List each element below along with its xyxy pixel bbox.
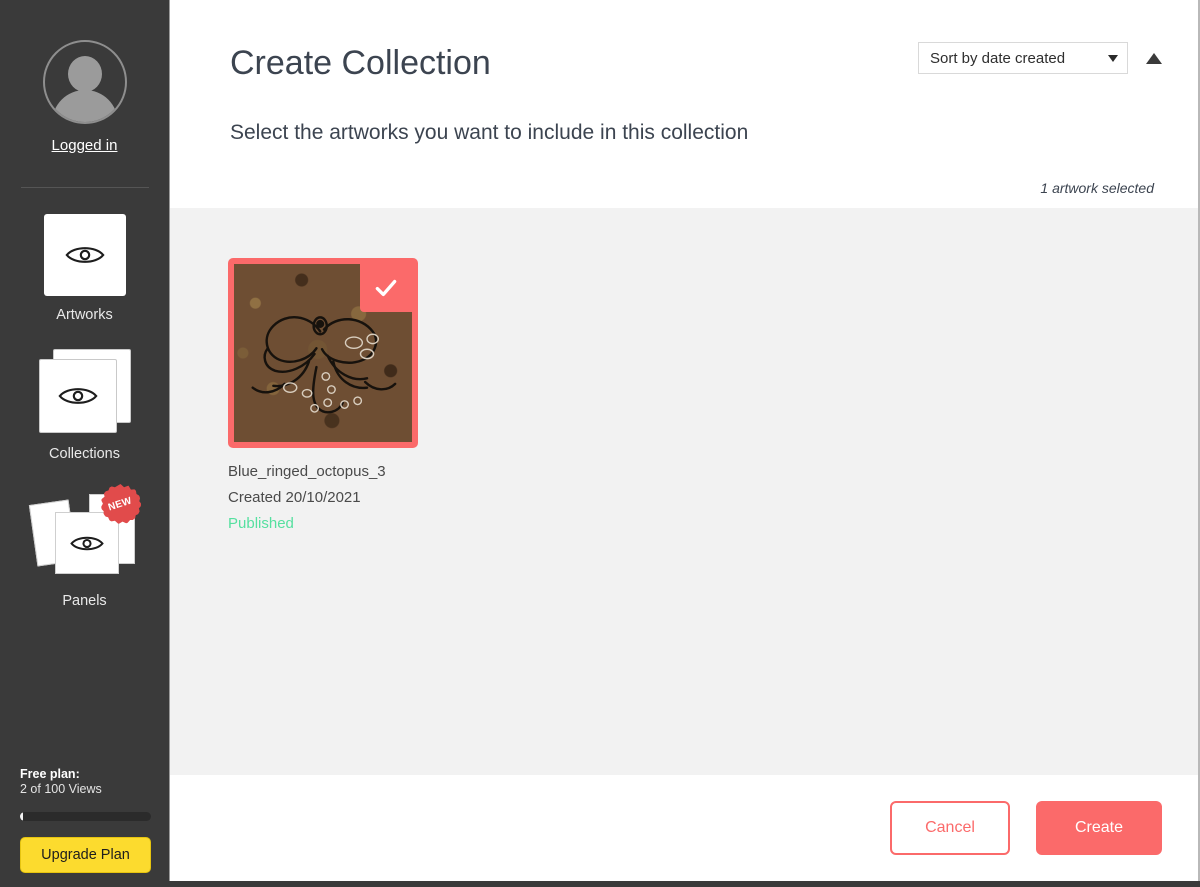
eye-icon bbox=[43, 214, 126, 296]
user-profile-block: Logged in bbox=[42, 40, 127, 154]
bottom-bar bbox=[0, 881, 1200, 887]
sidebar: Logged in Artworks Collections NEW Panel… bbox=[0, 0, 170, 887]
artwork-status-badge: Published bbox=[228, 515, 294, 532]
plan-progress-fill bbox=[20, 812, 23, 821]
page-title: Create Collection bbox=[230, 44, 491, 82]
stack-front-sheet bbox=[38, 359, 117, 433]
eye-icon-glyph bbox=[69, 536, 104, 550]
avatar[interactable] bbox=[42, 40, 127, 124]
dialog-footer: Cancel Create bbox=[170, 775, 1200, 881]
upgrade-plan-button[interactable]: Upgrade Plan bbox=[20, 837, 151, 873]
sort-select-value: Sort by date created bbox=[930, 49, 1066, 67]
sidebar-item-artworks[interactable]: Artworks bbox=[43, 214, 126, 323]
sidebar-divider-top bbox=[20, 187, 149, 188]
create-button[interactable]: Create bbox=[1036, 801, 1162, 855]
avatar-head-shape bbox=[67, 56, 102, 92]
plan-usage: 2 of 100 Views bbox=[20, 782, 102, 797]
eye-panels-icon: NEW bbox=[28, 484, 141, 582]
artwork-card[interactable]: Blue_ringed_octopus_3 Created 20/10/2021… bbox=[228, 258, 428, 532]
artwork-created-date: Created 20/10/2021 bbox=[228, 489, 361, 506]
cancel-button[interactable]: Cancel bbox=[890, 801, 1010, 855]
plan-title: Free plan: bbox=[20, 766, 80, 781]
logged-in-link[interactable]: Logged in bbox=[52, 137, 118, 154]
chevron-down-icon bbox=[1108, 54, 1118, 62]
sidebar-item-collections[interactable]: Collections bbox=[38, 349, 131, 462]
artwork-grid: Blue_ringed_octopus_3 Created 20/10/2021… bbox=[170, 208, 1200, 775]
selected-count-label: 1 artwork selected bbox=[1040, 180, 1154, 196]
eye-icon-glyph bbox=[57, 388, 98, 404]
artwork-thumbnail[interactable] bbox=[228, 258, 418, 448]
new-badge: NEW bbox=[100, 484, 141, 524]
app-root: Logged in Artworks Collections NEW Panel… bbox=[0, 0, 1200, 887]
sidebar-item-label: Collections bbox=[49, 446, 120, 462]
eye-icon-glyph bbox=[64, 247, 105, 263]
sort-ascending-icon[interactable] bbox=[1146, 52, 1162, 64]
eye-stack-icon bbox=[38, 349, 131, 435]
selection-check-badge[interactable] bbox=[360, 264, 412, 312]
plan-block: Free plan: 2 of 100 Views Upgrade Plan bbox=[20, 767, 152, 873]
sort-select[interactable]: Sort by date created bbox=[918, 42, 1128, 74]
avatar-body-shape bbox=[51, 90, 118, 122]
plan-progress-bar bbox=[20, 812, 151, 821]
artwork-title: Blue_ringed_octopus_3 bbox=[228, 463, 386, 480]
sidebar-item-label: Artworks bbox=[56, 307, 113, 323]
main-panel: Create Collection Select the artworks yo… bbox=[170, 0, 1200, 887]
sort-controls: Sort by date created bbox=[918, 42, 1162, 74]
checkmark-icon bbox=[375, 279, 397, 297]
page-header: Create Collection Select the artworks yo… bbox=[170, 0, 1200, 208]
page-subtitle: Select the artworks you want to include … bbox=[230, 121, 749, 144]
sidebar-item-label: Panels bbox=[62, 593, 107, 609]
sidebar-item-panels[interactable]: NEW Panels bbox=[28, 484, 141, 609]
